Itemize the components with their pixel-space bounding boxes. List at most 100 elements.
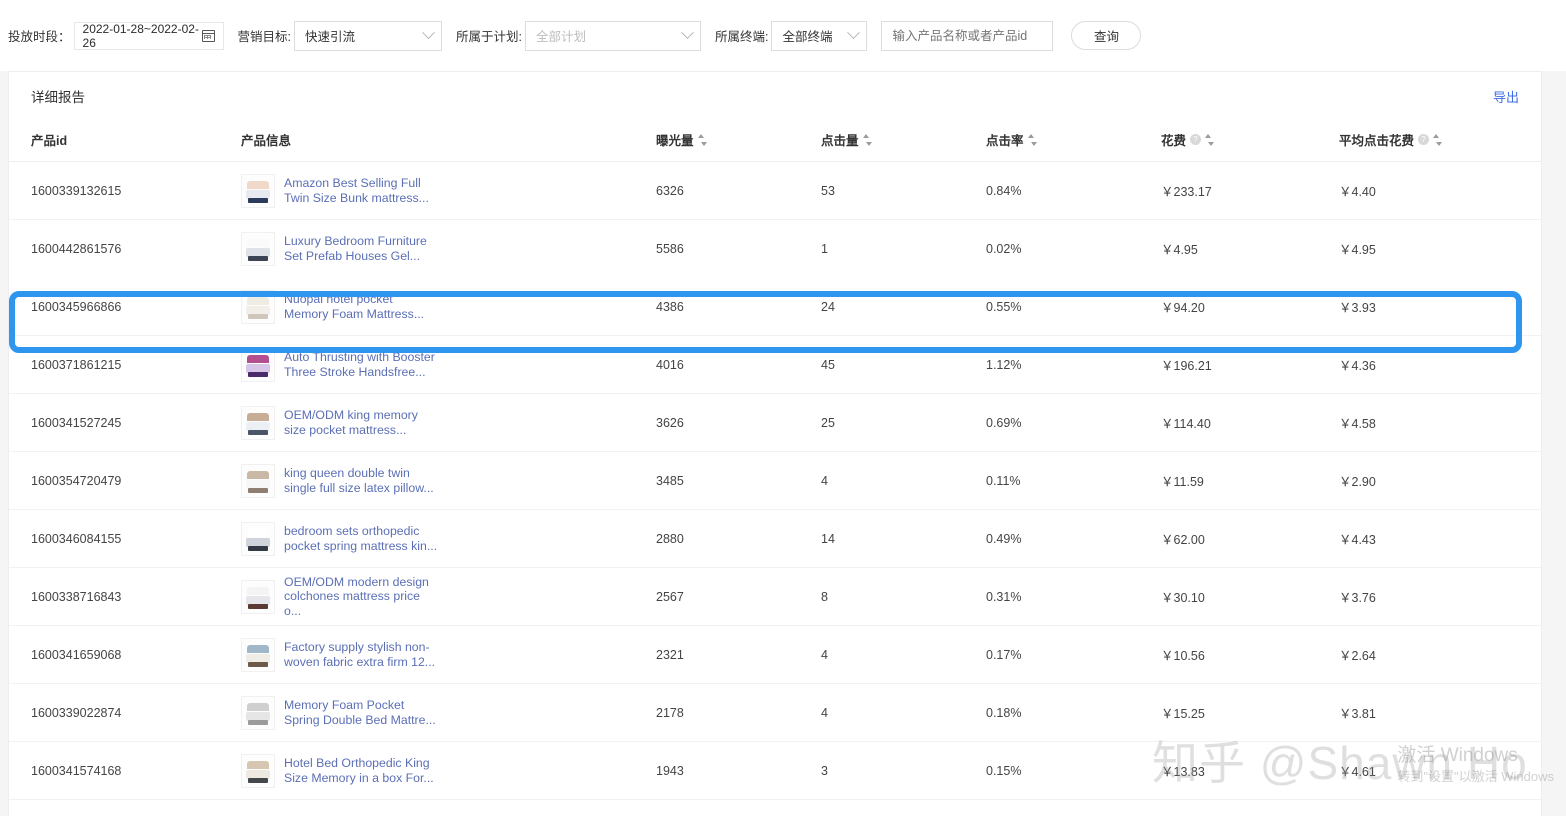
product-thumbnail[interactable] (241, 753, 275, 788)
marketing-goal-select[interactable]: 快速引流 (294, 20, 442, 51)
product-title-link[interactable]: king queen double twin single full size l… (284, 466, 439, 495)
product-thumbnail[interactable] (241, 695, 275, 730)
table-row[interactable]: 1600341527245 OEM/ODM king memory size poc… (9, 393, 1541, 452)
impressions-value: 2880 (656, 531, 684, 546)
cell-product-id: 1600339132615 (9, 161, 241, 220)
column-header-ctr[interactable]: 点击率 (986, 120, 1161, 162)
table-row[interactable]: 1600341574168 Hotel Bed Orthopedic King Si… (9, 741, 1541, 800)
table-row[interactable]: 1600354720479 king queen double twin singl… (9, 451, 1541, 510)
cell-impressions: 5586 (656, 220, 821, 278)
clicks-value: 45 (821, 357, 835, 372)
product-thumbnail[interactable] (241, 173, 275, 208)
product-id-text: 1600338716843 (31, 589, 122, 604)
cell-ctr: 0.84% (986, 161, 1161, 220)
product-title-link[interactable]: Factory supply stylish non-woven fabric … (284, 640, 439, 669)
table-row[interactable]: 1600341659068 Factory supply stylish non-… (9, 625, 1541, 684)
cost-value: ￥15.25 (1161, 707, 1205, 721)
product-title-line2: Set Prefab Houses Gel... (284, 248, 421, 263)
cost-value: ￥114.40 (1161, 417, 1211, 431)
cell-clicks: 45 (821, 335, 986, 394)
product-thumbnail[interactable] (241, 579, 275, 614)
ctr-value: 0.02% (986, 241, 1022, 256)
column-label: 产品信息 (241, 134, 292, 148)
cell-cost: ￥15.25 (1161, 683, 1339, 742)
product-title-line1: Factory supply stylish non- (284, 640, 430, 654)
terminal-select[interactable]: 全部终端 (771, 20, 868, 51)
cell-impressions: 3626 (656, 393, 821, 452)
product-thumbnail[interactable] (241, 347, 275, 382)
plan-value: 全部计划 (535, 30, 586, 44)
column-header-avg-cpc[interactable]: 平均点击花费? (1339, 120, 1541, 162)
chevron-down-icon (422, 26, 435, 40)
product-title-link[interactable]: Luxury Bedroom Furniture Set Prefab House… (284, 234, 439, 263)
product-title-line2: Memory Foam Mattress... (284, 306, 425, 321)
sort-icon[interactable] (862, 133, 872, 146)
cell-cost: ￥94.20 (1161, 277, 1339, 336)
sort-icon[interactable] (1433, 133, 1443, 146)
table-row[interactable]: 1600442861576 Luxury Bedroom Furniture Set… (9, 220, 1541, 278)
cell-avg-cpc: ￥4.36 (1339, 335, 1541, 394)
product-thumbnail[interactable] (241, 405, 275, 440)
product-thumbnail[interactable] (241, 289, 275, 324)
terminal-group: 所属终端: 全部终端 (715, 20, 868, 51)
product-title-line1: Amazon Best Selling Full (284, 176, 421, 190)
column-header-clicks[interactable]: 点击量 (821, 120, 986, 162)
table-row[interactable]: 1600371861215 Auto Thrusting with Booster… (9, 335, 1541, 394)
product-title-line2: Twin Size Bunk mattress... (284, 190, 429, 205)
product-title-link[interactable]: Auto Thrusting with Booster Three Stroke … (284, 350, 439, 379)
table-row[interactable]: 1600339022874 Memory Foam Pocket Spring Do… (9, 683, 1541, 742)
product-title-line1: Nuopai hotel pocket (284, 292, 393, 306)
product-thumbnail[interactable] (241, 521, 275, 556)
table-row[interactable]: 1600345966866 Nuopai hotel pocket Memory F… (9, 277, 1541, 336)
product-thumbnail[interactable] (241, 463, 275, 498)
avg-cpc-value: ￥4.43 (1339, 533, 1376, 547)
product-title-link[interactable]: bedroom sets orthopedic pocket spring mat… (284, 524, 439, 553)
cell-ctr: 0.31% (986, 567, 1161, 626)
product-title-line1: OEM/ODM king memory (284, 408, 418, 422)
sort-icon[interactable] (1205, 133, 1215, 146)
product-title-link[interactable]: Hotel Bed Orthopedic King Size Memory in … (284, 756, 439, 785)
table-row[interactable]: 1600339132615 Amazon Best Selling Full Twi… (9, 161, 1541, 220)
product-search-input[interactable] (881, 20, 1054, 51)
info-icon[interactable]: ? (1418, 134, 1430, 145)
product-thumbnail[interactable] (241, 637, 275, 672)
product-title-link[interactable]: OEM/ODM king memory size pocket mattress.… (284, 408, 439, 437)
query-button[interactable]: 查询 (1071, 21, 1142, 50)
sort-icon[interactable] (1027, 133, 1037, 146)
product-title-line2: single full size latex pillow... (284, 480, 434, 495)
cell-avg-cpc: ￥3.81 (1339, 683, 1541, 742)
product-title-link[interactable]: Memory Foam Pocket Spring Double Bed Matt… (284, 698, 439, 727)
product-title-link[interactable]: Nuopai hotel pocket Memory Foam Mattress.… (284, 292, 439, 321)
calendar-icon[interactable] (201, 29, 215, 42)
column-header-product-id[interactable]: 产品id (9, 120, 241, 162)
product-title-link[interactable]: OEM/ODM modern design colchones mattress … (284, 575, 439, 619)
plan-select[interactable]: 全部计划 (524, 20, 701, 51)
info-icon[interactable]: ? (1190, 134, 1202, 145)
impressions-value: 4016 (656, 357, 684, 372)
cell-clicks: 4 (821, 451, 986, 510)
product-thumbnail[interactable] (241, 231, 275, 266)
product-title-line2: pocket spring mattress kin... (284, 538, 438, 553)
cell-product-id: 1600442861576 (9, 220, 241, 278)
product-title-line1: king queen double twin (284, 466, 410, 480)
export-button[interactable]: 导出 (1493, 87, 1519, 106)
column-label: 花费 (1161, 134, 1187, 148)
cost-value: ￥233.17 (1161, 185, 1212, 199)
avg-cpc-value: ￥4.40 (1339, 185, 1376, 199)
product-title-link[interactable]: Amazon Best Selling Full Twin Size Bunk m… (284, 176, 439, 205)
product-id-text: 1600341659068 (31, 647, 122, 662)
column-header-product-info[interactable]: 产品信息 (241, 120, 656, 162)
date-range-picker[interactable]: 2022-01-28~2022-02-26 (73, 21, 224, 50)
column-header-impressions[interactable]: 曝光量 (656, 120, 821, 162)
sort-icon[interactable] (697, 133, 707, 146)
column-header-cost[interactable]: 花费? (1161, 120, 1339, 162)
table-row[interactable]: 1600346084155 bedroom sets orthopedic pock… (9, 509, 1541, 568)
report-table: 产品id 产品信息 曝光量 点击量 点击率 花费? 平均点击花费 ? 16003… (9, 120, 1541, 800)
table-row[interactable]: 1600338716843 OEM/ODM modern design colcho… (9, 567, 1541, 626)
chevron-down-icon (847, 26, 861, 40)
cell-impressions: 2178 (656, 683, 821, 742)
impressions-value: 5586 (656, 241, 684, 256)
cell-clicks: 53 (821, 161, 986, 220)
cell-product-info: OEM/ODM king memory size pocket mattress.… (241, 393, 656, 452)
cost-value: ￥11.59 (1161, 475, 1204, 489)
